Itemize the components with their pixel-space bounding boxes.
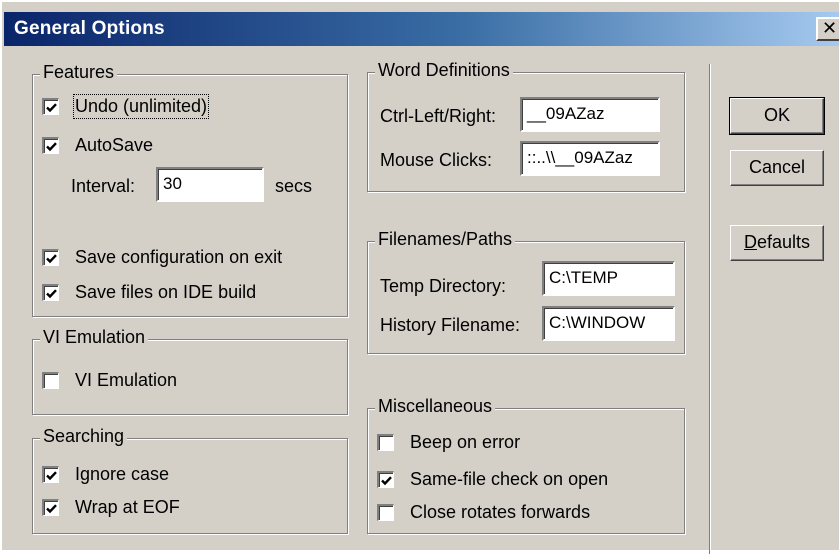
beep-on-error-label: Beep on error	[410, 431, 521, 452]
wrap-eof-checkbox-box[interactable]	[42, 498, 59, 516]
interval-label: Interval:	[71, 176, 136, 196]
dialog-title: General Options	[14, 18, 165, 39]
checkmark-icon	[46, 253, 57, 263]
autosave-checkbox[interactable]: AutoSave	[42, 133, 153, 157]
autosave-label: AutoSave	[75, 134, 154, 155]
vi-emulation-label: VI Emulation	[75, 369, 178, 390]
defaults-accelerator: D	[743, 232, 757, 252]
checkmark-icon	[46, 288, 57, 298]
close-rotates-checkbox[interactable]: Close rotates forwards	[377, 500, 590, 524]
temp-directory-input[interactable]: C:\TEMP	[542, 261, 675, 296]
beep-on-error-checkbox[interactable]: Beep on error	[377, 430, 520, 454]
save-config-checkbox[interactable]: Save configuration on exit	[42, 245, 282, 269]
same-file-check-checkbox[interactable]: Same-file check on open	[377, 467, 608, 491]
undo-label: Undo (unlimited)	[72, 93, 210, 119]
mouse-clicks-label: Mouse Clicks:	[380, 150, 493, 170]
interval-input[interactable]: 30	[156, 167, 264, 202]
general-options-dialog: General Options ✕ Features Undo (unlimit…	[0, 0, 839, 554]
ignore-case-label: Ignore case	[75, 463, 170, 484]
undo-checkbox-box[interactable]	[42, 97, 59, 115]
filenames-paths-legend: Filenames/Paths	[375, 229, 516, 250]
close-rotates-checkbox-box[interactable]	[377, 503, 394, 521]
save-files-checkbox[interactable]: Save files on IDE build	[42, 280, 256, 304]
same-file-check-label: Same-file check on open	[410, 468, 609, 489]
checkmark-icon	[46, 470, 57, 480]
vertical-separator	[709, 64, 711, 554]
features-legend: Features	[40, 62, 118, 83]
word-definitions-legend: Word Definitions	[375, 60, 513, 81]
interval-unit: secs	[275, 176, 313, 196]
save-config-label: Save configuration on exit	[75, 246, 283, 267]
searching-legend: Searching	[40, 426, 128, 447]
close-rotates-label: Close rotates forwards	[410, 501, 591, 522]
ignore-case-checkbox-box[interactable]	[42, 465, 59, 483]
vi-emulation-checkbox-box[interactable]	[42, 371, 59, 389]
checkmark-icon	[46, 102, 57, 112]
title-bar[interactable]: General Options ✕	[4, 12, 839, 46]
cancel-button[interactable]: Cancel	[730, 150, 824, 186]
vi-emulation-legend: VI Emulation	[40, 327, 149, 348]
miscellaneous-legend: Miscellaneous	[375, 396, 496, 417]
defaults-label: efaults	[756, 232, 811, 252]
save-files-checkbox-box[interactable]	[42, 283, 59, 301]
ctrl-left-right-label: Ctrl-Left/Right:	[380, 106, 497, 126]
save-config-checkbox-box[interactable]	[42, 248, 59, 266]
history-filename-input[interactable]: C:\WINDOW	[542, 306, 675, 341]
wrap-eof-label: Wrap at EOF	[75, 496, 180, 517]
checkmark-icon	[46, 503, 57, 513]
wrap-eof-checkbox[interactable]: Wrap at EOF	[42, 495, 180, 519]
ignore-case-checkbox[interactable]: Ignore case	[42, 462, 169, 486]
defaults-button[interactable]: Defaults	[730, 225, 824, 261]
undo-checkbox[interactable]: Undo (unlimited)	[42, 93, 210, 119]
temp-directory-label: Temp Directory:	[380, 276, 507, 296]
autosave-checkbox-box[interactable]	[42, 136, 59, 154]
vi-emulation-checkbox[interactable]: VI Emulation	[42, 368, 177, 392]
history-filename-label: History Filename:	[380, 315, 521, 335]
searching-group: Searching	[32, 426, 348, 534]
checkmark-icon	[46, 141, 57, 151]
save-files-label: Save files on IDE build	[75, 281, 257, 302]
ctrl-left-right-input[interactable]: __09AZaz	[520, 97, 660, 132]
close-button[interactable]: ✕	[816, 17, 839, 41]
beep-on-error-checkbox-box[interactable]	[377, 433, 394, 451]
ok-button[interactable]: OK	[729, 97, 825, 135]
mouse-clicks-input[interactable]: ::..\\__09AZaz	[520, 141, 660, 176]
same-file-check-checkbox-box[interactable]	[377, 470, 394, 488]
checkmark-icon	[381, 475, 392, 485]
close-icon: ✕	[821, 18, 838, 38]
